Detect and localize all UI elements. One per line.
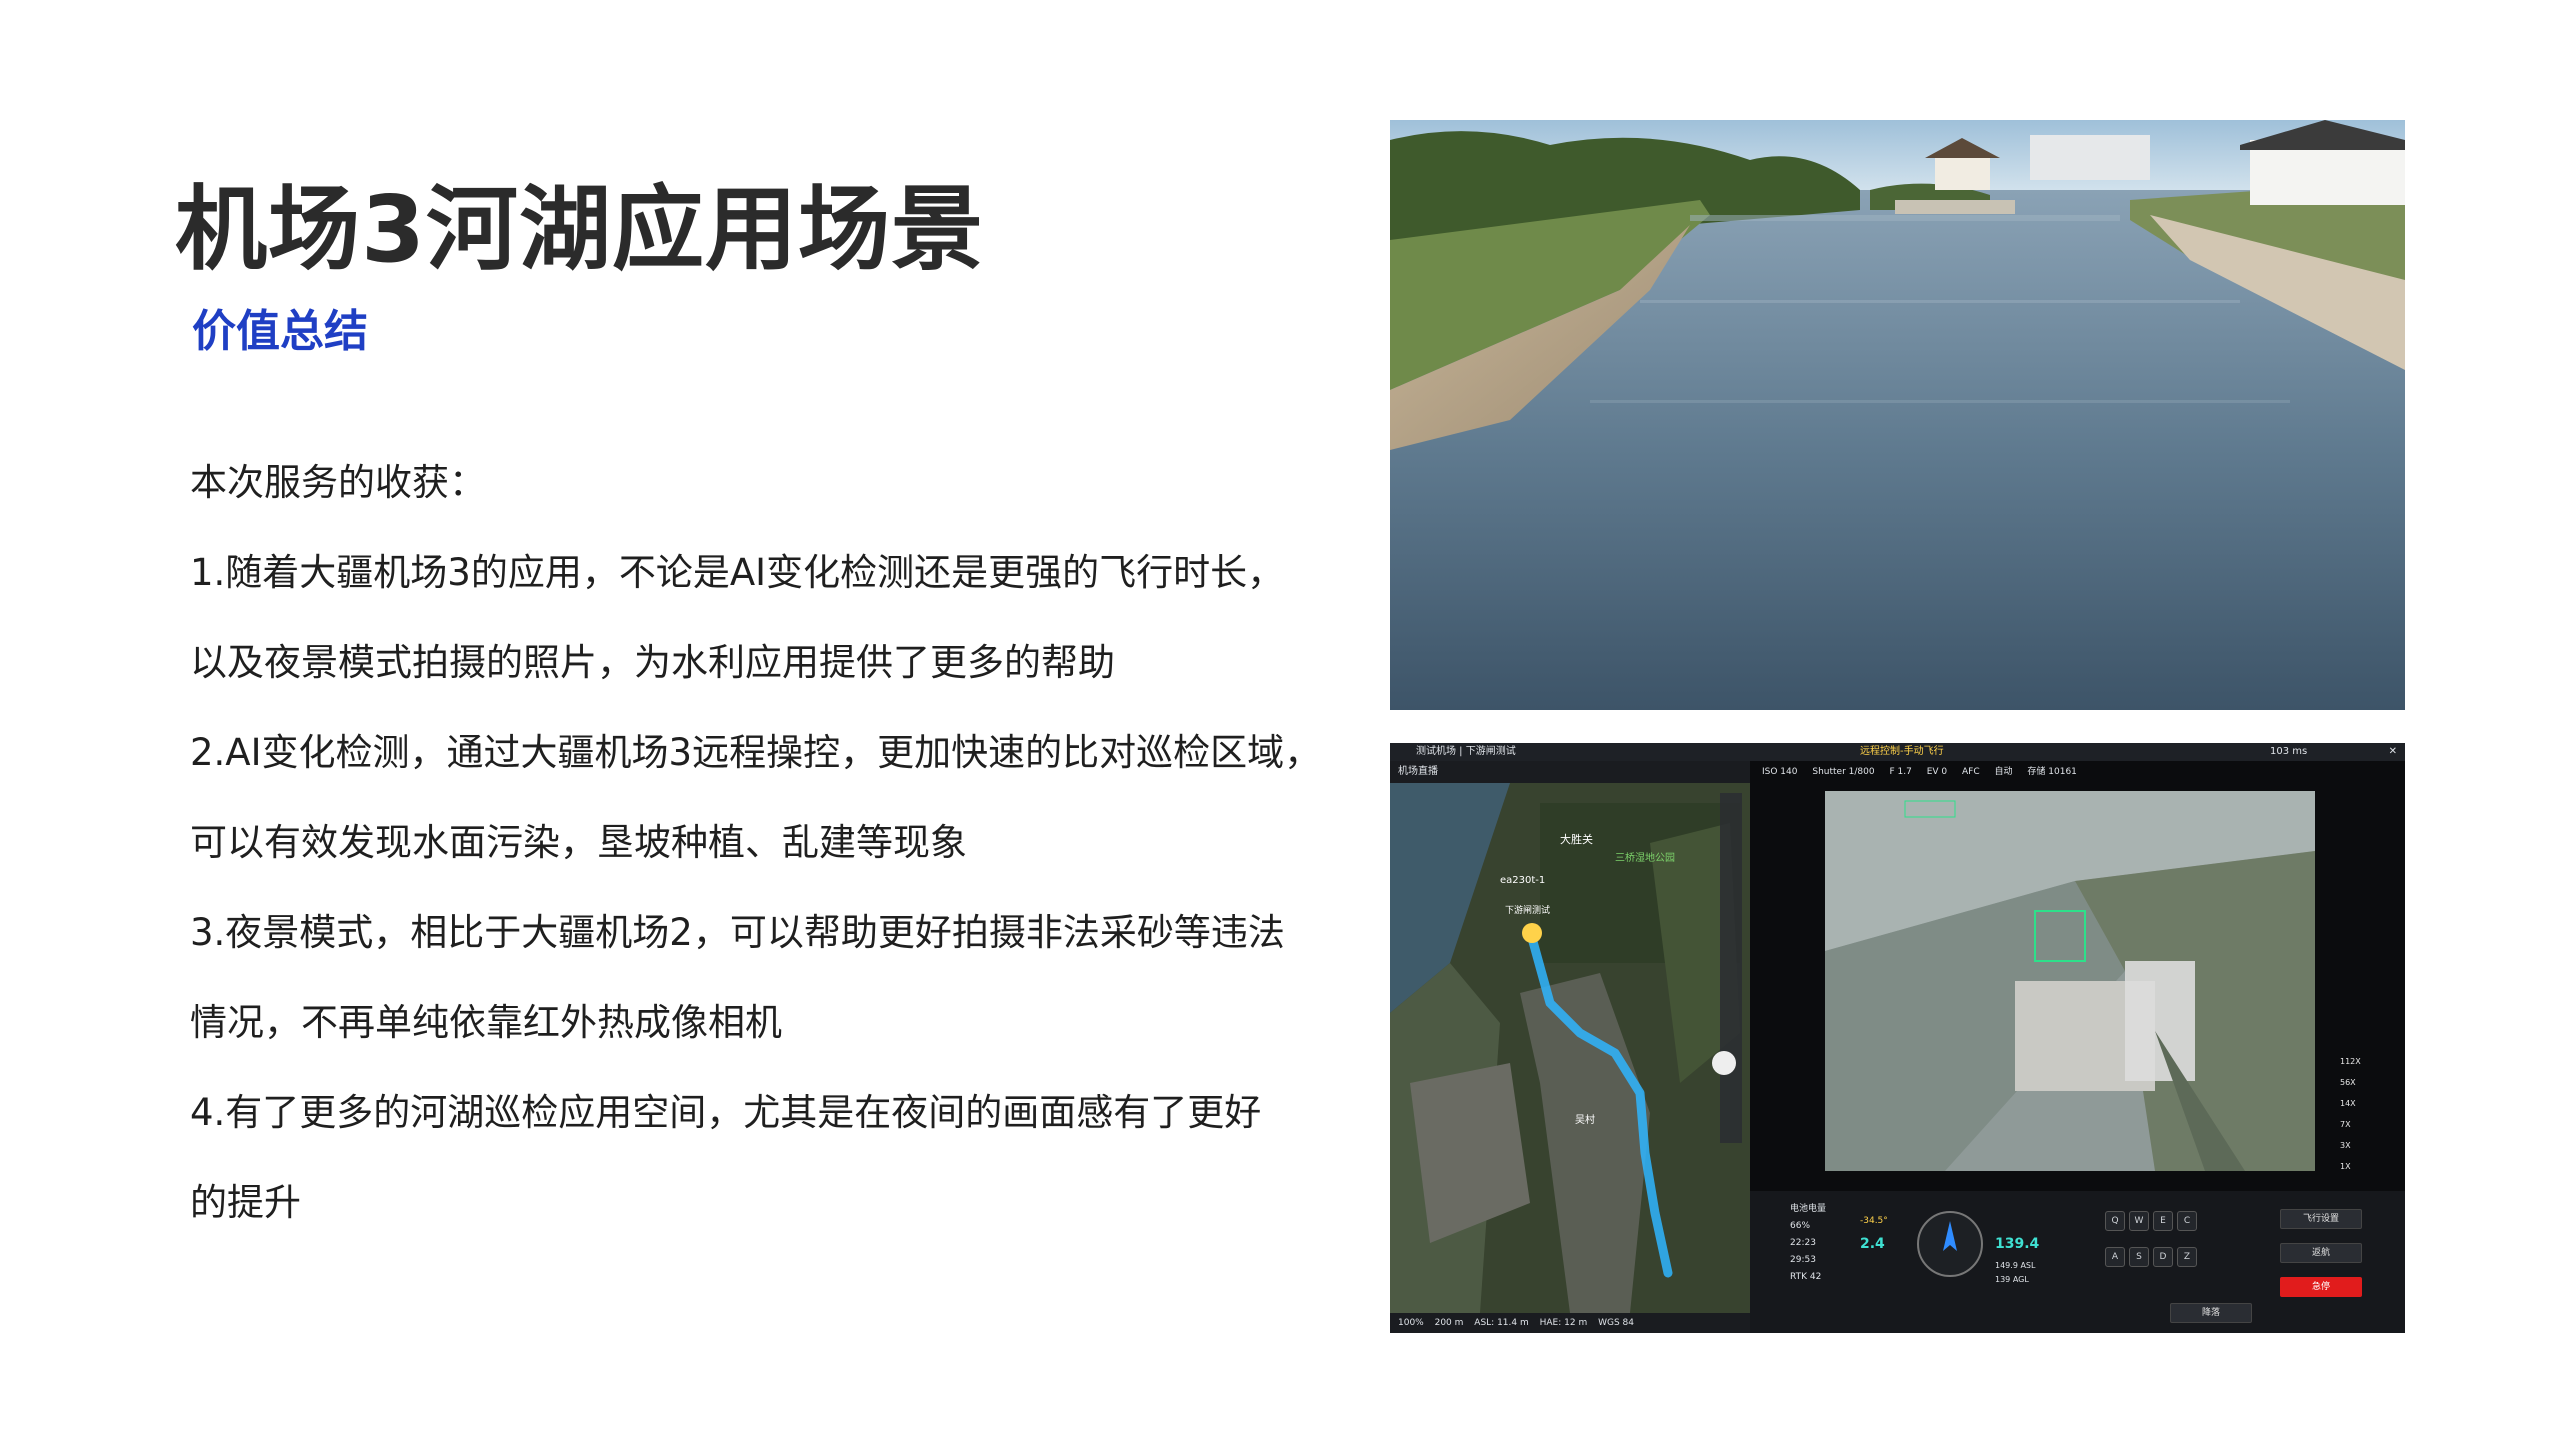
summary-text: 本次服务的收获： 1.随着大疆机场3的应用，不论是AI变化检测还是更强的飞行时长…	[190, 438, 1350, 1248]
emergency-stop-button[interactable]: 急停	[2280, 1277, 2362, 1297]
flight-settings-button[interactable]: 飞行设置	[2280, 1209, 2362, 1229]
stat-item: 66%	[1790, 1221, 1811, 1231]
zoom-level: 56X	[2340, 1078, 2356, 1087]
camera-view: ISO 140 Shutter 1/800 F 1.7 EV 0 AFC 自动 …	[1750, 761, 2405, 1191]
ui-panel-title: 机场直播	[1398, 766, 1438, 777]
drone-control-screenshot: 测试机场 | 下游闸测试 远程控制-手动飞行 103 ms ✕ 机场直播 大胜关…	[1390, 743, 2405, 1333]
section-subtitle: 价值总结	[192, 306, 368, 357]
camera-setting: EV 0	[1926, 767, 1948, 777]
satellite-map: 大胜关 三桥湿地公园 ea230t-1 下游闸测试 吴村	[1390, 783, 1750, 1313]
return-home-button[interactable]: 返航	[2280, 1243, 2362, 1263]
flight-control-panel: 电池电量 66% 22:23 29:53 RTK 42 2.4 139.4 -3…	[1750, 1191, 2405, 1333]
compass-icon	[1917, 1211, 1983, 1277]
map-status-item: WGS 84	[1598, 1318, 1634, 1328]
close-icon: ✕	[2388, 746, 2397, 757]
zoom-level: 112X	[2340, 1057, 2361, 1066]
ui-latency: 103 ms	[2270, 746, 2308, 757]
ui-title: 测试机场 | 下游闸测试	[1416, 746, 1516, 757]
camera-setting: Shutter 1/800	[1812, 767, 1875, 777]
heading-readout: -34.5°	[1860, 1216, 1888, 1226]
zoom-level: 7X	[2340, 1120, 2351, 1129]
camera-setting: AFC	[1962, 767, 1980, 777]
camera-setting: 自动	[1994, 767, 2013, 777]
camera-settings-bar: ISO 140 Shutter 1/800 F 1.7 EV 0 AFC 自动 …	[1750, 761, 2405, 783]
summary-line: 3.夜景模式，相比于大疆机场2，可以帮助更好拍摄非法采砂等违法	[190, 911, 1285, 954]
zoom-scale: 112X 56X 14X 7X 3X 1X	[2340, 1051, 2361, 1177]
ui-mode-label: 远程控制-手动飞行	[1860, 746, 1944, 757]
page-title: 机场3河湖应用场景	[175, 176, 985, 283]
summary-line: 4.有了更多的河湖巡检应用空间，尤其是在夜间的画面感有了更好	[190, 1091, 1262, 1134]
summary-line: 1.随着大疆机场3的应用，不论是AI变化检测还是更强的飞行时长，	[190, 551, 1285, 594]
flight-stats: 电池电量 66% 22:23 29:53 RTK 42	[1790, 1201, 1826, 1286]
map-label: 三桥湿地公园	[1615, 851, 1675, 864]
zoom-level: 3X	[2340, 1141, 2351, 1150]
aerial-feed	[1825, 791, 2315, 1171]
key-q[interactable]: Q	[2105, 1211, 2125, 1231]
stat-item: 29:53	[1790, 1255, 1816, 1265]
zoom-level: 14X	[2340, 1099, 2356, 1108]
land-button[interactable]: 降落	[2170, 1303, 2252, 1323]
summary-line: 本次服务的收获：	[190, 461, 486, 504]
map-status-item: 200 m	[1434, 1318, 1464, 1328]
map-status-item: ASL: 11.4 m	[1474, 1318, 1529, 1328]
key-c[interactable]: C	[2177, 1211, 2197, 1231]
key-z[interactable]: Z	[2177, 1247, 2197, 1267]
altitude-readout: 139.4	[1995, 1236, 2040, 1252]
summary-line: 情况，不再单纯依靠红外热成像相机	[190, 1001, 782, 1044]
map-status-item: 100%	[1398, 1318, 1424, 1328]
key-d[interactable]: D	[2153, 1247, 2173, 1267]
river-scene-illustration	[1390, 120, 2405, 710]
ui-panel-header: 机场直播	[1390, 761, 1750, 783]
key-e[interactable]: E	[2153, 1211, 2173, 1231]
asl-readout: 149.9 ASL	[1995, 1261, 2036, 1270]
speed-readout: 2.4	[1860, 1236, 1885, 1252]
ui-top-bar: 测试机场 | 下游闸测试 远程控制-手动飞行 103 ms ✕	[1390, 743, 2405, 761]
map-label: 下游闸测试	[1505, 904, 1550, 916]
camera-setting: ISO 140	[1762, 767, 1798, 777]
map-status-item: HAE: 12 m	[1539, 1318, 1588, 1328]
zoom-level: 1X	[2340, 1162, 2351, 1171]
summary-line: 可以有效发现水面污染，垦坡种植、乱建等现象	[190, 821, 967, 864]
key-s[interactable]: S	[2129, 1247, 2149, 1267]
camera-setting: 存储 10161	[2027, 767, 2077, 777]
stat-item: 电池电量	[1790, 1204, 1827, 1214]
summary-line: 2.AI变化检测，通过大疆机场3远程操控，更加快速的比对巡检区域，	[190, 731, 1322, 774]
key-w[interactable]: W	[2129, 1211, 2149, 1231]
summary-line: 的提升	[190, 1181, 301, 1224]
summary-line: 以及夜景模式拍摄的照片，为水利应用提供了更多的帮助	[190, 641, 1115, 684]
map-label: ea230t-1	[1500, 875, 1545, 886]
stat-item: RTK 42	[1790, 1272, 1822, 1282]
aerial-illustration	[1825, 791, 2315, 1171]
map-label: 吴村	[1575, 1113, 1595, 1126]
stat-item: 22:23	[1790, 1238, 1816, 1248]
agl-readout: 139 AGL	[1995, 1275, 2029, 1284]
key-a[interactable]: A	[2105, 1247, 2125, 1267]
map-illustration: 大胜关 三桥湿地公园 ea230t-1 下游闸测试 吴村	[1390, 783, 1750, 1313]
camera-setting: F 1.7	[1889, 767, 1912, 777]
map-label: 大胜关	[1560, 832, 1593, 846]
river-photo	[1390, 120, 2405, 710]
map-status-bar: 100% 200 m ASL: 11.4 m HAE: 12 m WGS 84	[1390, 1313, 1750, 1333]
